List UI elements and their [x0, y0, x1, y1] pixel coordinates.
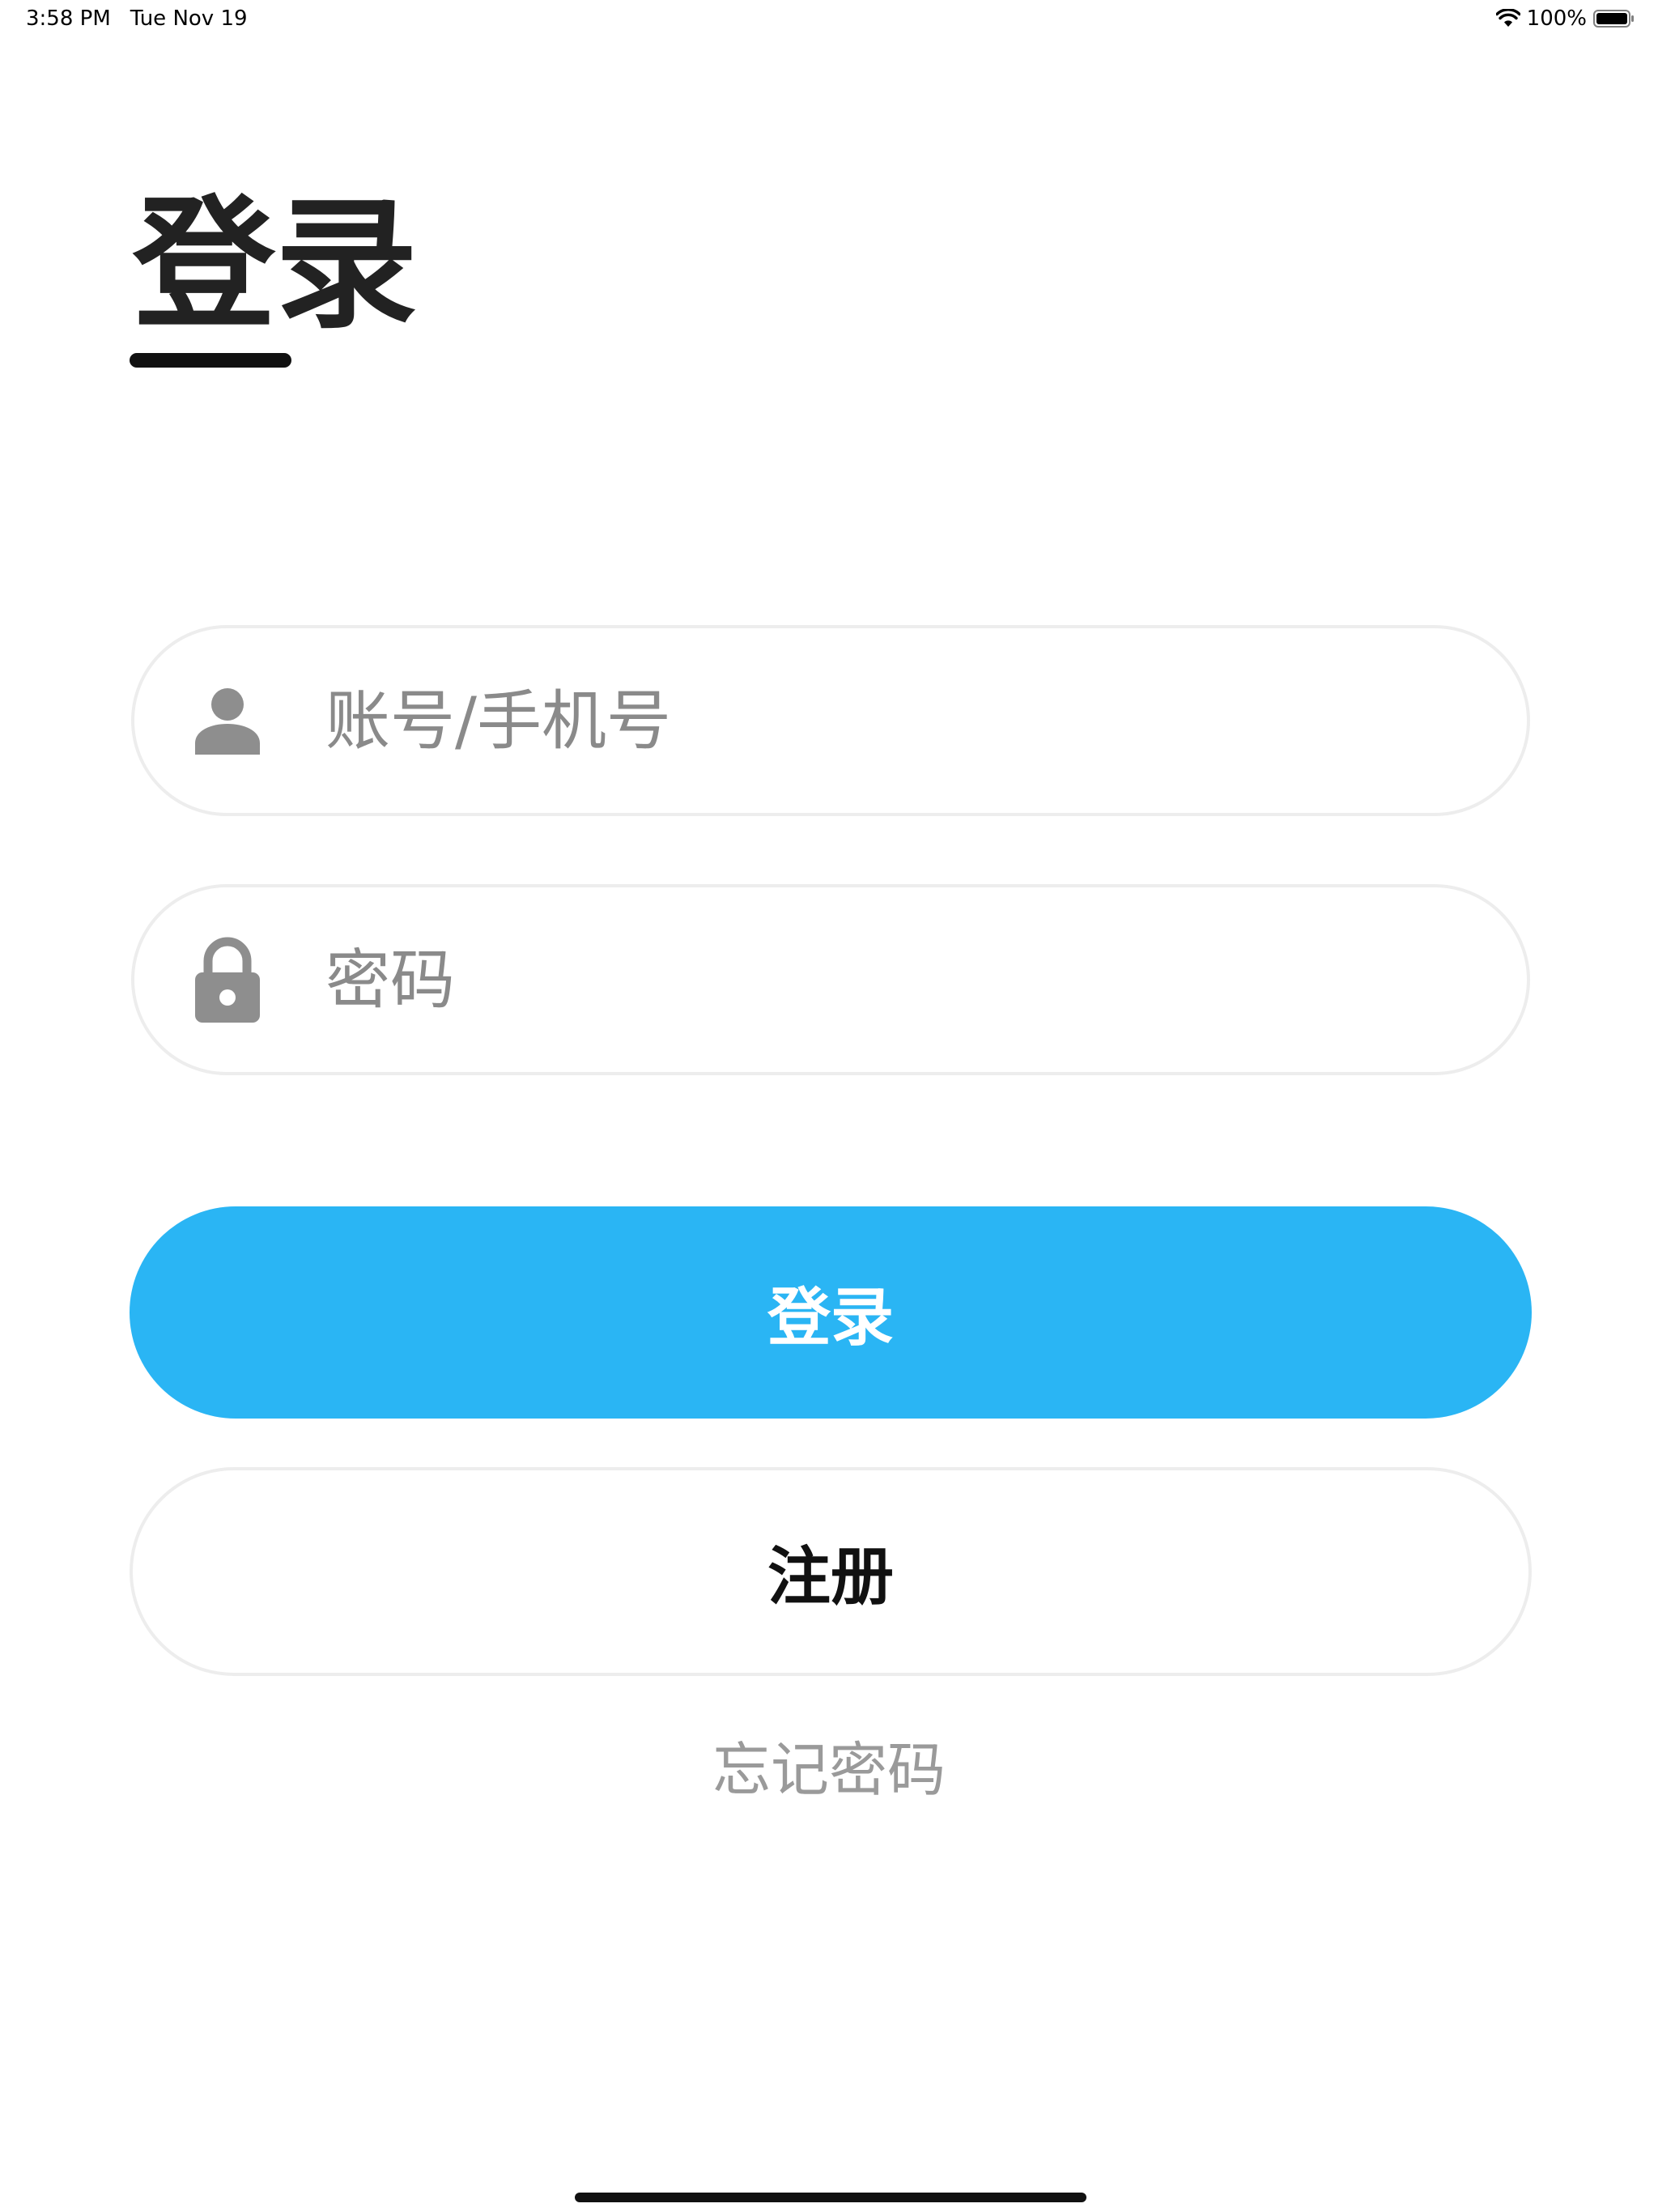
battery-percent: 100%: [1526, 6, 1587, 31]
forgot-password-link[interactable]: 忘记密码: [0, 1729, 1658, 1810]
battery-icon: [1593, 9, 1635, 28]
status-left: 3:58 PM Tue Nov 19: [26, 6, 248, 31]
status-bar: 3:58 PM Tue Nov 19 100%: [0, 0, 1658, 39]
status-right: 100%: [1495, 6, 1635, 31]
status-date: Tue Nov 19: [130, 6, 248, 31]
password-input[interactable]: [325, 931, 1459, 1028]
login-button[interactable]: 登录: [130, 1206, 1532, 1419]
register-button[interactable]: 注册: [130, 1467, 1532, 1676]
account-input[interactable]: [325, 672, 1459, 769]
wifi-icon: [1495, 9, 1520, 28]
account-field[interactable]: [131, 625, 1530, 816]
home-indicator[interactable]: [575, 2193, 1086, 2202]
lock-icon: [193, 935, 262, 1024]
page-title: 登录: [133, 182, 419, 348]
status-time: 3:58 PM: [26, 6, 111, 31]
password-field[interactable]: [131, 884, 1530, 1075]
title-underline: [130, 353, 291, 368]
user-icon: [193, 676, 262, 765]
